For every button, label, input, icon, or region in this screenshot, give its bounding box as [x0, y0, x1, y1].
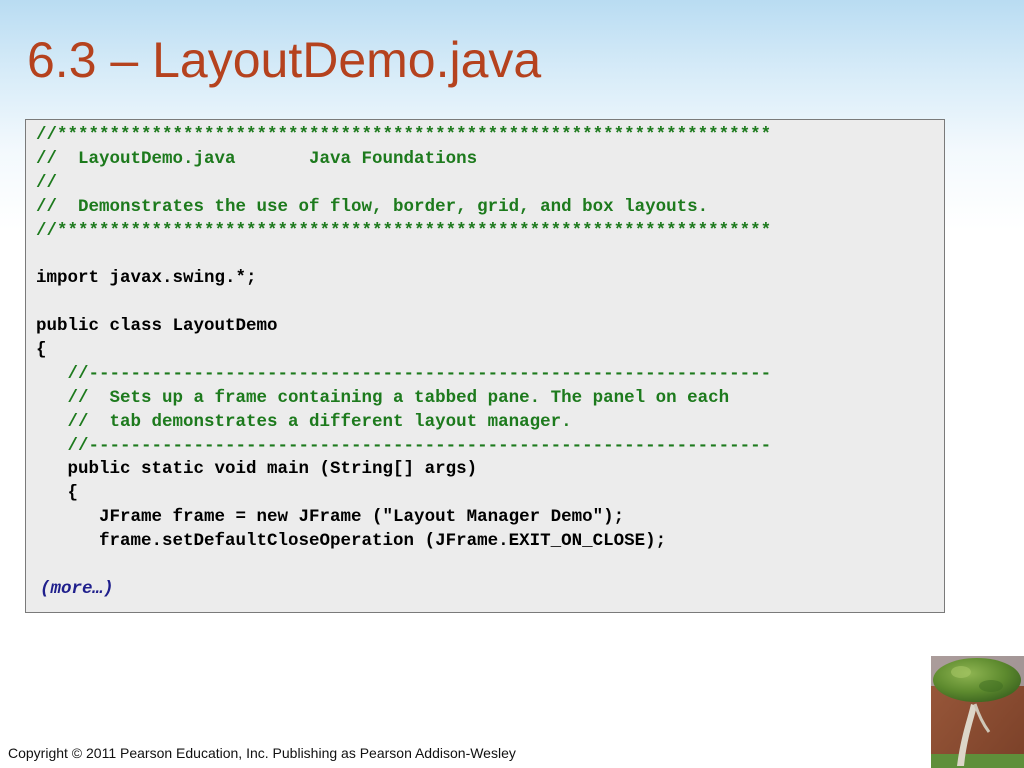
code-comment-line: // — [36, 172, 58, 193]
code-comment-line: // Sets up a frame containing a tabbed p… — [36, 387, 730, 408]
slide-title: 6.3 – LayoutDemo.java — [27, 32, 542, 88]
code-comment-line: // tab demonstrates a different layout m… — [36, 411, 572, 432]
code-line: JFrame frame = new JFrame ("Layout Manag… — [36, 507, 625, 528]
code-comment-line: //**************************************… — [36, 220, 772, 241]
code-line: { — [36, 483, 79, 504]
code-line: { — [36, 340, 47, 361]
code-line: public static void main (String[] args) — [36, 459, 478, 480]
code-comment-line: // LayoutDemo.java Java Foundations — [36, 148, 478, 169]
more-label: (more…) — [40, 578, 114, 599]
code-line: frame.setDefaultCloseOperation (JFrame.E… — [36, 531, 667, 552]
topiary-tree-icon — [931, 656, 1024, 768]
code-comment-line: //--------------------------------------… — [36, 435, 772, 456]
code-comment-line: //**************************************… — [36, 125, 772, 145]
code-listing: //**************************************… — [25, 119, 945, 613]
copyright-footer: Copyright © 2011 Pearson Education, Inc.… — [8, 745, 516, 761]
code-line: public class LayoutDemo — [36, 316, 278, 337]
code-comment-line: //--------------------------------------… — [36, 363, 772, 384]
code-lines: //**************************************… — [36, 124, 944, 578]
code-comment-line: // Demonstrates the use of flow, border,… — [36, 196, 709, 217]
code-line: import javax.swing.*; — [36, 268, 257, 289]
